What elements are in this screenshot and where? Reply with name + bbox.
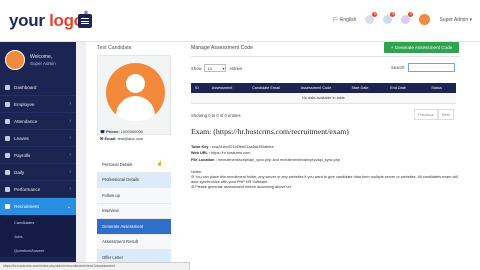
sidebar-item-payrolls[interactable]: Payrolls › — [0, 147, 76, 164]
column-header[interactable]: ID — [191, 83, 203, 93]
cursor-icon: ☝ — [156, 161, 163, 168]
main-content: Test Candidate ☎ Phone: 1000000000 ✉ Ema… — [86, 42, 480, 270]
leaf-icon — [5, 135, 10, 141]
user-avatar[interactable] — [419, 14, 431, 25]
sidebar-item-attendance[interactable]: Attendance › — [0, 113, 76, 130]
assessment-table: ID Assessment Candidate Email Assessment… — [191, 83, 456, 104]
sidebar-menu: Dashboard Employee › Attendance › Leaves › … — [0, 79, 76, 257]
sidebar-item-performance[interactable]: Performance › — [0, 181, 76, 198]
tab-interview[interactable]: Interview — [97, 203, 171, 219]
empty-table-message: No data available in table — [191, 93, 456, 104]
language-selector[interactable]: 🏳 English — [332, 17, 356, 23]
submenu-jobs[interactable]: Jobs — [0, 229, 76, 243]
exam-details: Tutor Key : exa2d1bc921b2fbe01aa5a1f90ab… — [191, 145, 341, 162]
exam-notes: Notes: ⊘ You can place this recruitment … — [191, 170, 458, 189]
mail-icon[interactable]: 5 — [383, 12, 396, 24]
candidate-panel: Test Candidate ☎ Phone: 1000000000 ✉ Ema… — [97, 45, 171, 266]
briefcase-icon — [5, 204, 10, 209]
table-info: Showing 0 to 0 of 0 entries — [191, 113, 241, 118]
phone-icon: ☎ — [100, 129, 105, 134]
generate-assessment-button[interactable]: + Generate Assessment Code — [384, 42, 459, 53]
sidebar-item-daily[interactable]: Daily › — [0, 164, 76, 181]
column-header[interactable]: Start Date — [341, 83, 379, 93]
clock-icon — [5, 169, 10, 175]
brand-logo[interactable]: your logo® — [9, 11, 88, 31]
top-navbar: your logo® 🏳 English 0 5 0 Super Admin ▾ — [0, 0, 480, 42]
candidate-name: Test Candidate — [97, 45, 132, 51]
submenu-question-answer[interactable]: Question/Answer — [0, 243, 76, 257]
dashboard-icon — [5, 84, 10, 90]
money-icon — [5, 152, 10, 158]
calendar-icon — [5, 118, 10, 124]
candidate-tabs: Personal Details ☝ Professional Details F… — [97, 157, 171, 266]
search-input[interactable] — [408, 63, 455, 72]
bell-icon[interactable]: 0 — [365, 12, 378, 24]
candidate-photo-card — [97, 55, 171, 135]
tab-follow-up[interactable]: Follow up — [97, 188, 171, 204]
sidebar-item-dashboard[interactable]: Dashboard — [0, 79, 76, 96]
page-title: Manage Assessment Code — [191, 45, 253, 51]
column-header[interactable]: Assessment — [203, 83, 241, 93]
previous-button[interactable]: Previous — [414, 109, 438, 120]
tab-generate-assessment[interactable]: Generate Assessment — [97, 219, 171, 235]
show-entries: Show 10 ▾ entries — [191, 64, 243, 72]
sidebar-item-leaves[interactable]: Leaves › — [0, 130, 76, 147]
welcome-text: Welcome, — [30, 54, 53, 60]
recruitment-submenu: Candidates Jobs Question/Answer — [0, 215, 76, 257]
column-header[interactable]: Assessment Code — [291, 83, 341, 93]
users-icon — [5, 101, 10, 107]
chat-icon[interactable]: 0 — [401, 12, 414, 24]
welcome-block: Welcome, Super Admin — [5, 50, 56, 70]
tab-personal-details[interactable]: Personal Details ☝ — [97, 157, 171, 173]
browser-status-bar: https://hr.hostcrms.com/index.php/admin/… — [0, 262, 190, 270]
pagination: Previous Next — [414, 109, 454, 120]
column-header[interactable]: Candidate Email — [241, 83, 291, 93]
welcome-user: Super Admin — [30, 61, 56, 66]
tab-assessment-result[interactable]: Assessment Result — [97, 234, 171, 250]
sidebar-item-recruitment[interactable]: Recruitment ⌄ — [0, 198, 76, 215]
sidebar: Welcome, Super Admin Dashboard Employee ›… — [0, 42, 76, 270]
divider — [191, 56, 460, 57]
column-header[interactable]: Status — [417, 83, 456, 93]
profile-avatar — [5, 50, 25, 70]
tab-professional-details[interactable]: Professional Details — [97, 172, 171, 188]
chart-icon — [5, 186, 10, 192]
search-label: Search: — [391, 65, 406, 70]
user-placeholder-icon — [106, 63, 165, 122]
email-icon: ✉ — [100, 135, 104, 141]
candidate-contact: ☎ Phone: 1000000000 ✉ Email: test@abc.co… — [100, 129, 144, 141]
user-menu[interactable]: Super Admin ▾ — [439, 17, 472, 23]
entries-select[interactable]: 10 ▾ — [204, 64, 227, 72]
menu-toggle-button[interactable] — [78, 14, 92, 28]
exam-heading: Exam: (https://hr.hostcrms.com/recruitme… — [191, 127, 349, 136]
sidebar-item-employee[interactable]: Employee › — [0, 96, 76, 113]
submenu-candidates[interactable]: Candidates — [0, 215, 76, 229]
column-header[interactable]: End Date — [379, 83, 417, 93]
next-button[interactable]: Next — [437, 109, 454, 120]
web-url-link[interactable]: https://hr.hostcrms.com — [211, 151, 250, 155]
